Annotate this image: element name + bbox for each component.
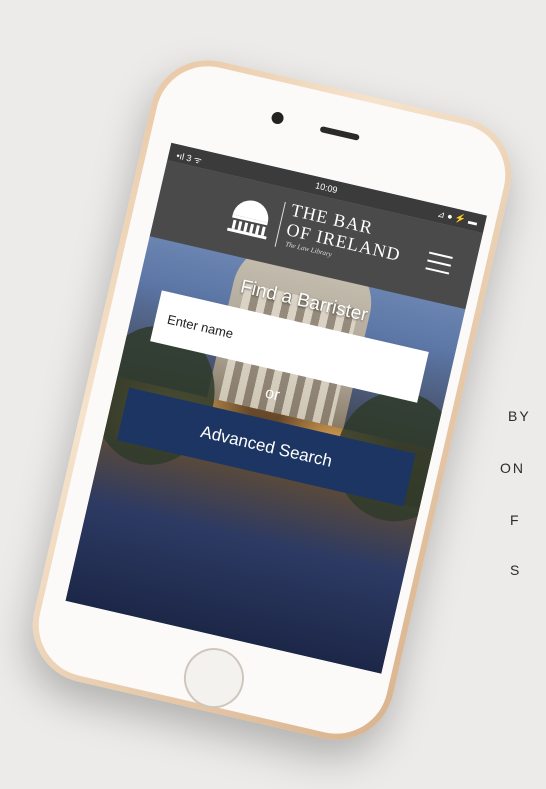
smartphone: •ıl 3 ᯤ 10:09 ⊿ ● ⚡ ▬ THE BAR OF IRELAND… bbox=[21, 48, 523, 752]
dome-logo-icon bbox=[226, 200, 269, 240]
hamburger-menu-icon[interactable] bbox=[425, 251, 453, 277]
background-fragment: BY bbox=[508, 408, 531, 424]
phone-face: •ıl 3 ᯤ 10:09 ⊿ ● ⚡ ▬ THE BAR OF IRELAND… bbox=[28, 55, 516, 745]
background-fragment: F bbox=[510, 512, 521, 528]
status-time: 10:09 bbox=[314, 180, 339, 196]
front-camera-icon bbox=[270, 110, 285, 126]
background-fragment: S bbox=[510, 562, 522, 578]
logo-divider bbox=[274, 201, 286, 247]
earpiece-speaker bbox=[319, 125, 360, 141]
background-fragment: ON bbox=[500, 460, 525, 476]
